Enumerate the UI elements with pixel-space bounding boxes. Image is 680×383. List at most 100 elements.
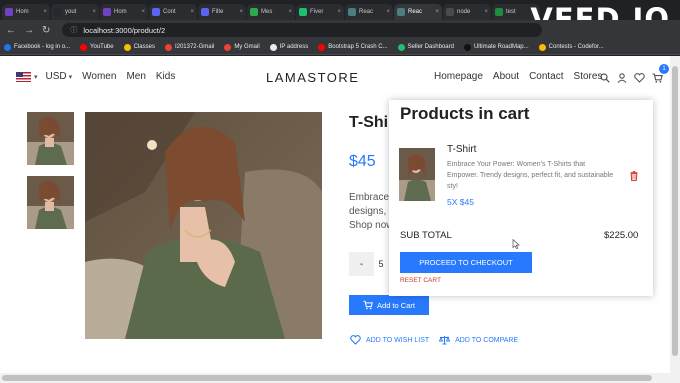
add-to-cart-button[interactable]: Add to Cart xyxy=(349,295,429,315)
browser-tab[interactable]: Hom × xyxy=(100,4,148,20)
tab-label: Reac xyxy=(408,9,423,15)
currency-select[interactable]: USD xyxy=(46,71,67,82)
cart-count-badge: 1 xyxy=(659,64,669,74)
bookmark-item[interactable]: I201372-Gmail xyxy=(164,43,214,51)
product-description-line: Embrace xyxy=(349,192,390,203)
bookmark-item[interactable]: Contests - Codefor... xyxy=(538,43,604,51)
cart-item-image xyxy=(399,148,435,201)
bookmark-label: Seller Dashboard xyxy=(407,44,454,50)
bookmark-item[interactable]: Bootstrap 5 Crash C... xyxy=(318,43,388,51)
bookmark-item[interactable]: IP address xyxy=(269,43,309,51)
close-tab-icon[interactable]: × xyxy=(484,9,488,15)
horizontal-scrollbar-thumb[interactable] xyxy=(2,375,652,381)
product-thumbnail-2[interactable] xyxy=(27,176,74,229)
us-flag-icon[interactable] xyxy=(16,71,31,82)
bookmark-item[interactable]: Seller Dashboard xyxy=(397,43,454,51)
browser-tab[interactable]: Cont × xyxy=(149,4,197,20)
bookmark-label: YouTube xyxy=(90,44,114,50)
browser-tab[interactable]: Reac × xyxy=(345,4,393,20)
tab-favicon-icon xyxy=(495,8,503,16)
cart-icon[interactable]: 1 xyxy=(652,64,669,88)
bookmark-favicon-icon xyxy=(397,43,405,51)
back-icon[interactable]: ← xyxy=(6,25,16,36)
store-logo[interactable]: LAMASTORE xyxy=(266,70,359,85)
heart-icon[interactable] xyxy=(634,70,645,88)
bookmark-label: Bootstrap 5 Crash C... xyxy=(328,44,388,50)
close-tab-icon[interactable]: × xyxy=(386,9,390,15)
bookmark-label: Ultimate RoadMap... xyxy=(473,44,529,50)
tab-favicon-icon xyxy=(201,8,209,16)
product-price: $45 xyxy=(349,153,376,170)
reload-icon[interactable]: ↻ xyxy=(42,25,50,36)
close-tab-icon[interactable]: × xyxy=(190,9,194,15)
close-tab-icon[interactable]: × xyxy=(92,9,96,15)
bookmark-favicon-icon xyxy=(80,43,88,51)
horizontal-scrollbar[interactable] xyxy=(0,373,680,383)
bookmark-label: IP address xyxy=(279,44,309,50)
tab-favicon-icon xyxy=(446,8,454,16)
nav-link-homepage[interactable]: Homepage xyxy=(434,71,483,82)
tab-label: Mes xyxy=(261,9,273,15)
close-tab-icon[interactable]: × xyxy=(337,9,341,15)
url-input[interactable]: ⓘ localhost:3000/product/2 xyxy=(62,23,543,37)
browser-tab[interactable]: yout × xyxy=(51,4,99,20)
tab-favicon-icon xyxy=(250,8,258,16)
bookmark-favicon-icon xyxy=(269,43,277,51)
quantity-stepper: - 5 xyxy=(349,252,388,276)
nav-link-contact[interactable]: Contact xyxy=(529,71,563,82)
cart-item-qty-price: 5X $45 xyxy=(447,197,474,207)
delete-item-icon[interactable] xyxy=(630,168,638,186)
chevron-down-icon[interactable]: ▾ xyxy=(69,73,73,81)
page-viewport: ▾ USD ▾ Women Men Kids LAMASTORE Homepag… xyxy=(0,56,670,373)
url-text: localhost:3000/product/2 xyxy=(83,25,166,35)
search-icon[interactable] xyxy=(600,70,610,88)
quantity-decrease-button[interactable]: - xyxy=(349,252,374,276)
vertical-scrollbar[interactable] xyxy=(670,56,680,373)
nav-link-kids[interactable]: Kids xyxy=(156,71,175,82)
vertical-scrollbar-thumb[interactable] xyxy=(672,66,678,356)
tab-favicon-icon xyxy=(5,8,13,16)
nav-link-stores[interactable]: Stores xyxy=(574,71,603,82)
nav-link-men[interactable]: Men xyxy=(126,71,145,82)
close-tab-icon[interactable]: × xyxy=(239,9,243,15)
user-icon[interactable] xyxy=(617,70,627,88)
add-to-compare-link[interactable]: ADD TO COMPARE xyxy=(439,335,518,345)
tab-favicon-icon xyxy=(397,8,405,16)
product-main-image xyxy=(85,112,322,339)
browser-tab[interactable]: Hom × xyxy=(2,4,50,20)
browser-tab[interactable]: Mes × xyxy=(247,4,295,20)
bookmark-item[interactable]: Classes xyxy=(123,43,155,51)
browser-tab[interactable]: Filte × xyxy=(198,4,246,20)
product-thumbnail-1[interactable] xyxy=(27,112,74,165)
bookmark-item[interactable]: Facebook - log in o... xyxy=(4,43,70,51)
close-tab-icon[interactable]: × xyxy=(435,9,439,15)
bookmark-favicon-icon xyxy=(538,43,546,51)
cart-dropdown: Products in cart T-Shirt Embrace Your Po… xyxy=(389,100,653,296)
nav-link-women[interactable]: Women xyxy=(82,71,116,82)
navbar-left: ▾ USD ▾ Women Men Kids xyxy=(16,71,185,82)
add-to-wishlist-link[interactable]: ADD TO WISH LIST xyxy=(350,335,429,345)
close-tab-icon[interactable]: × xyxy=(43,9,47,15)
browser-tab[interactable]: node × xyxy=(443,4,491,20)
tab-label: Hom xyxy=(114,9,127,15)
wishlist-label: ADD TO WISH LIST xyxy=(366,336,430,344)
chevron-down-icon[interactable]: ▾ xyxy=(34,73,38,81)
forward-icon[interactable]: → xyxy=(24,25,34,36)
tab-favicon-icon xyxy=(54,8,62,16)
browser-tab[interactable]: Reac × xyxy=(394,4,442,20)
close-tab-icon[interactable]: × xyxy=(141,9,145,15)
info-icon: ⓘ xyxy=(70,27,78,34)
nav-link-about[interactable]: About xyxy=(493,71,519,82)
bookmark-item[interactable]: Ultimate RoadMap... xyxy=(463,43,529,51)
bookmarks-bar: Facebook - log in o... YouTube Classes I201… xyxy=(0,40,680,55)
bookmark-favicon-icon xyxy=(224,43,232,51)
browser-tab[interactable]: Fiver × xyxy=(296,4,344,20)
quantity-value: 5 xyxy=(378,259,384,269)
cart-title: Products in cart xyxy=(400,104,530,123)
bookmark-item[interactable]: My Gmail xyxy=(224,43,260,51)
close-tab-icon[interactable]: × xyxy=(288,9,292,15)
mouse-cursor-icon xyxy=(512,236,520,254)
proceed-to-checkout-button[interactable]: PROCEED TO CHECKOUT xyxy=(400,252,532,273)
bookmark-item[interactable]: YouTube xyxy=(80,43,114,51)
reset-cart-link[interactable]: RESET CART xyxy=(400,277,441,284)
